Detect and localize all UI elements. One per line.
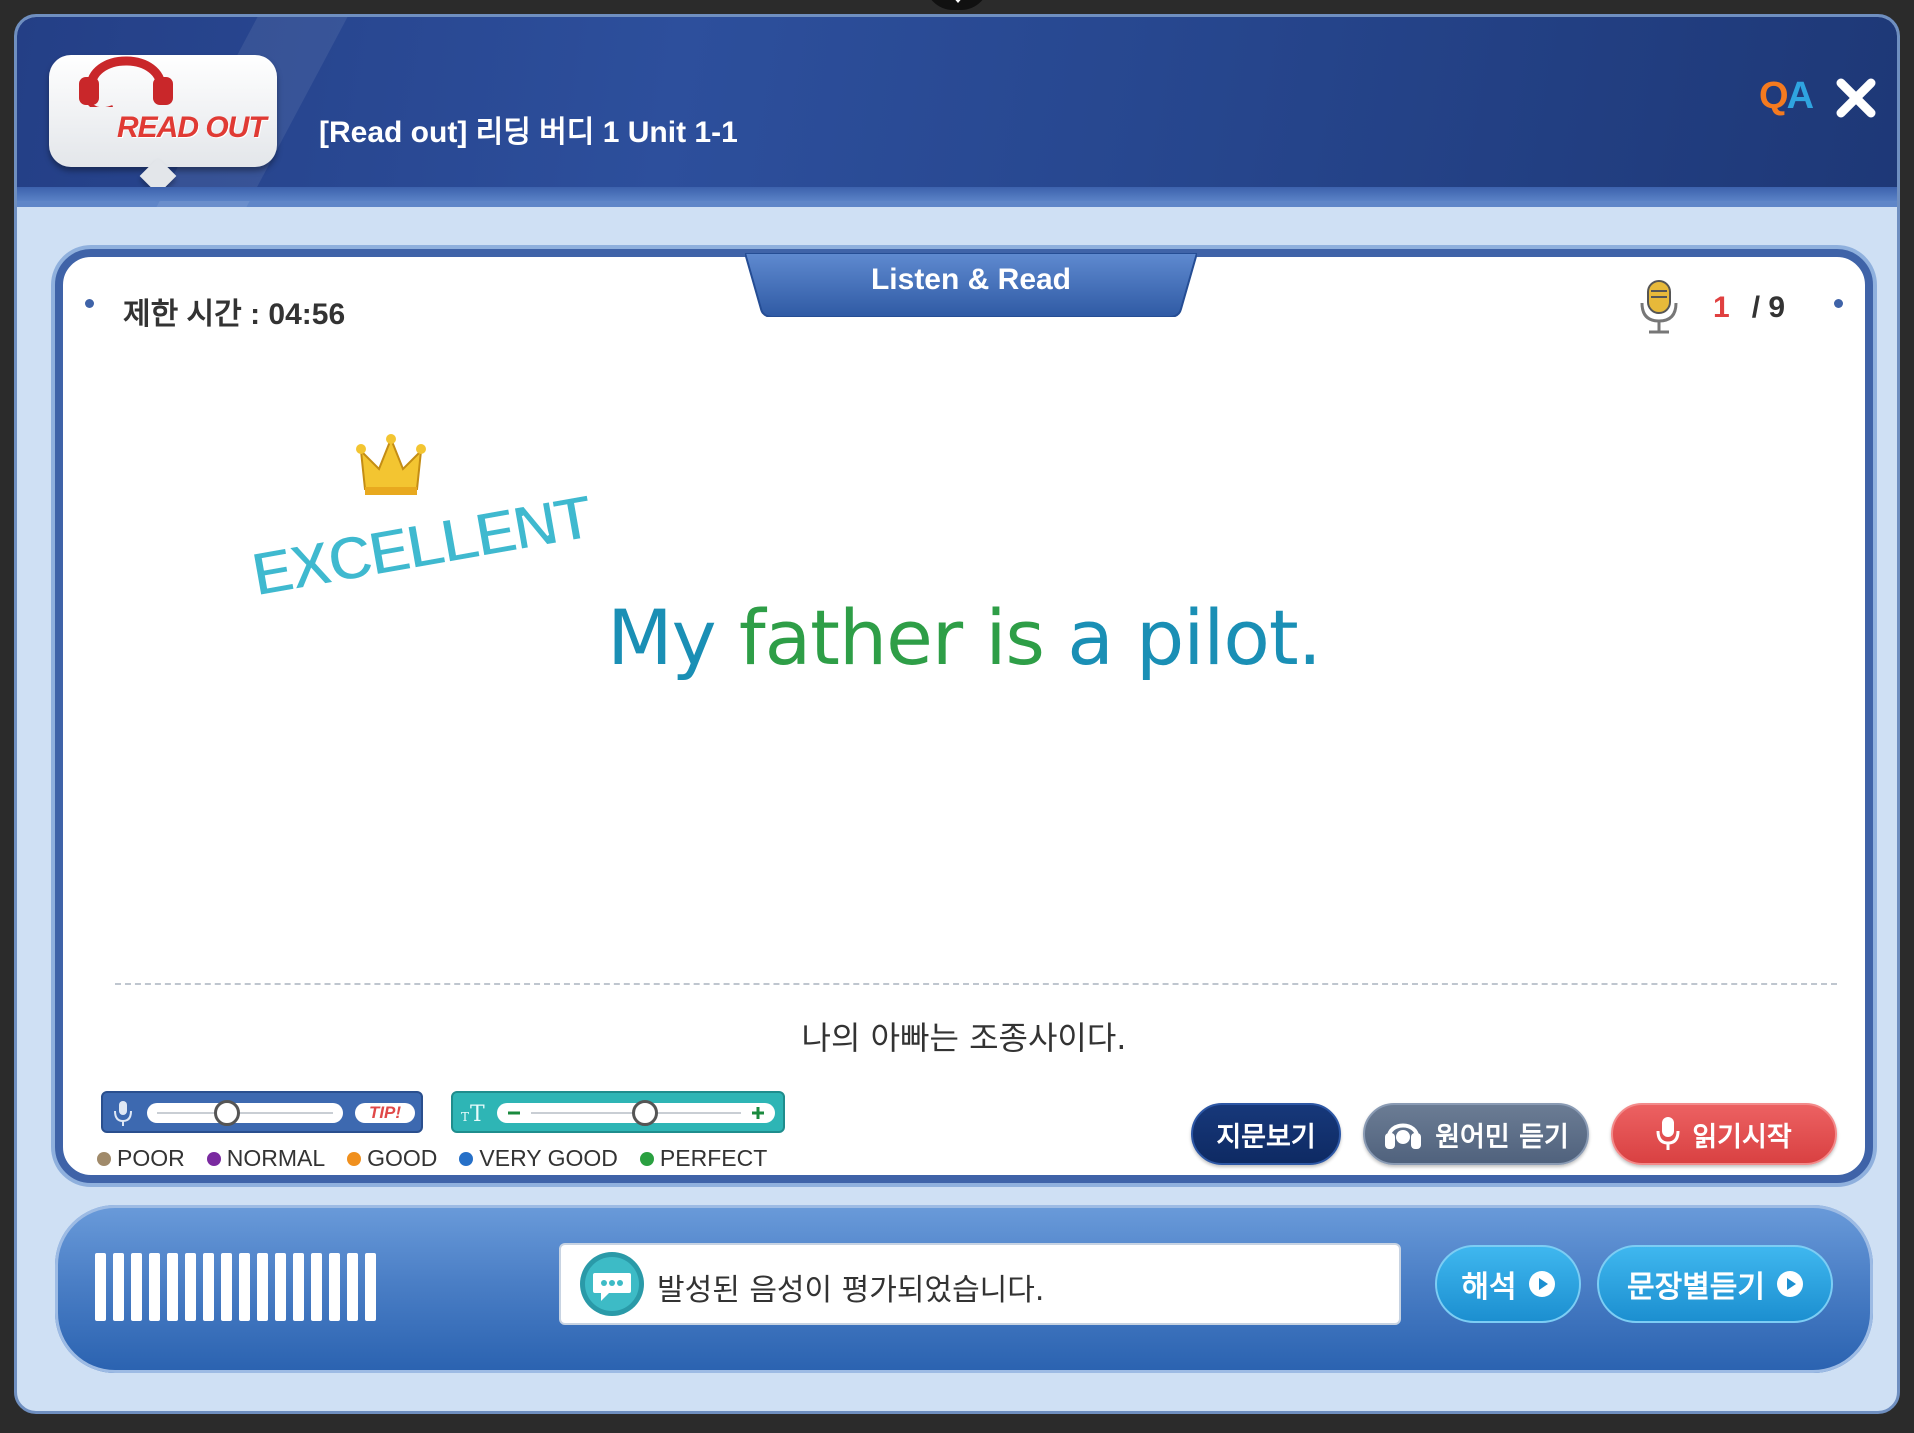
mic-icon	[1656, 1117, 1680, 1150]
window-handle[interactable]	[925, 0, 989, 10]
bottom-bar: 발성된 음성이 평가되었습니다. 해석 문장별듣기	[55, 1205, 1873, 1373]
legend-label: POOR	[117, 1145, 185, 1171]
qa-button[interactable]: QA	[1759, 75, 1814, 118]
minus-icon[interactable]	[507, 1106, 521, 1120]
level-bar	[257, 1253, 268, 1321]
legend-label: GOOD	[367, 1145, 438, 1171]
legend-item: POOR	[97, 1145, 185, 1172]
sentence-word: My	[607, 593, 717, 682]
level-bar	[221, 1253, 232, 1321]
svg-text:T: T	[470, 1102, 485, 1125]
legend-dot	[639, 1151, 654, 1166]
level-bar	[113, 1253, 124, 1321]
font-track[interactable]	[497, 1100, 775, 1126]
level-bar	[275, 1253, 286, 1321]
legend-item: PERFECT	[639, 1145, 768, 1172]
divider	[115, 983, 1837, 985]
font-size-slider[interactable]: T T	[451, 1091, 785, 1133]
sentence-word: pilot.	[1135, 593, 1322, 682]
sentence-word: father	[738, 593, 963, 682]
section-tab: Listen & Read	[745, 253, 1197, 317]
legend-dot	[206, 1151, 221, 1166]
text-size-icon: T T	[461, 1102, 485, 1125]
legend-dot	[97, 1151, 111, 1166]
legend-item: GOOD	[347, 1145, 437, 1172]
app-window: READ OUT [Read out] 리딩 버디 1 Unit 1-1 QA …	[14, 14, 1900, 1414]
level-bar	[365, 1253, 376, 1321]
headset-icon	[79, 56, 173, 107]
counter-total: / 9	[1751, 291, 1786, 324]
font-slider-knob[interactable]	[632, 1100, 659, 1126]
status-message: 발성된 음성이 평가되었습니다.	[657, 1273, 1045, 1308]
sentence-word: a	[1067, 593, 1114, 682]
sentence-listen-label: 문장별듣기	[1627, 1270, 1765, 1305]
native-listen-button[interactable]: 원어민 듣기	[1363, 1103, 1589, 1165]
status-message-box: 발성된 음성이 평가되었습니다.	[559, 1243, 1401, 1325]
tip-button[interactable]: TIP!	[355, 1103, 415, 1123]
level-bar	[149, 1253, 160, 1321]
level-bar	[203, 1253, 214, 1321]
legend-label: PERFECT	[659, 1145, 768, 1171]
start-reading-button[interactable]: 읽기시작	[1611, 1103, 1837, 1165]
start-reading-label: 읽기시작	[1692, 1121, 1792, 1153]
target-sentence: My father is a pilot.	[63, 593, 1865, 682]
level-bar	[311, 1253, 322, 1321]
mic-sensitivity-slider[interactable]: TIP!	[101, 1091, 423, 1133]
panel-dot-left	[85, 299, 94, 308]
level-bar	[293, 1253, 304, 1321]
qa-a: A	[1786, 75, 1814, 117]
sentence-listen-button[interactable]: 문장별듣기	[1597, 1245, 1833, 1323]
counter-current: 1	[1713, 291, 1730, 324]
view-passage-label: 지문보기	[1216, 1121, 1316, 1153]
mic-small-icon	[114, 1101, 132, 1126]
plus-icon[interactable]	[751, 1106, 765, 1120]
chat-icon	[580, 1252, 644, 1316]
legend-item: VERY GOOD	[459, 1145, 618, 1172]
reading-panel: 제한 시간 : 04:56 Listen & Read 1 / 9 EXCELLE…	[55, 249, 1873, 1183]
panel-dot-right	[1834, 299, 1843, 308]
legend-item: NORMAL	[206, 1145, 326, 1172]
svg-text:T: T	[461, 1110, 469, 1124]
legend-dot	[347, 1151, 362, 1166]
excellent-badge: EXCELLENT	[246, 434, 599, 611]
native-listen-label: 원어민 듣기	[1435, 1121, 1569, 1153]
excellent-text: EXCELLENT	[247, 482, 598, 610]
section-title: Listen & Read	[870, 263, 1072, 296]
legend-label: NORMAL	[226, 1145, 326, 1171]
level-bar	[347, 1253, 358, 1321]
time-limit: 제한 시간 : 04:56	[123, 298, 346, 331]
page-title: [Read out] 리딩 버디 1 Unit 1-1	[319, 116, 738, 149]
level-bar	[239, 1253, 250, 1321]
sentence-counter: 1 / 9	[1713, 291, 1785, 325]
voice-level-meter	[95, 1253, 376, 1321]
sentence-word: is	[985, 593, 1045, 682]
level-bar	[329, 1253, 340, 1321]
level-bar	[167, 1253, 178, 1321]
legend-label: VERY GOOD	[479, 1145, 618, 1171]
logo-text: READ OUT	[117, 111, 267, 144]
microphone-icon	[1640, 280, 1678, 334]
interpretation-label: 해석	[1461, 1270, 1517, 1305]
translation-text: 나의 아빠는 조종사이다.	[801, 1019, 1127, 1057]
qa-q: Q	[1759, 75, 1789, 117]
score-legend: POOR NORMAL GOOD VERY GOOD PERFECT	[97, 1145, 767, 1172]
headphones-icon	[1385, 1123, 1422, 1149]
level-bar	[131, 1253, 142, 1321]
mic-slider-knob[interactable]	[214, 1100, 240, 1126]
header-bar: READ OUT [Read out] 리딩 버디 1 Unit 1-1 QA	[17, 17, 1897, 207]
interpretation-button[interactable]: 해석	[1435, 1245, 1581, 1323]
legend-dot	[459, 1151, 474, 1166]
play-icon	[1528, 1271, 1555, 1297]
mic-track[interactable]	[147, 1100, 343, 1126]
view-passage-button[interactable]: 지문보기	[1191, 1103, 1341, 1165]
close-icon[interactable]	[1835, 77, 1877, 119]
play-icon	[1777, 1271, 1803, 1297]
level-bar	[185, 1253, 196, 1321]
level-bar	[95, 1253, 106, 1321]
